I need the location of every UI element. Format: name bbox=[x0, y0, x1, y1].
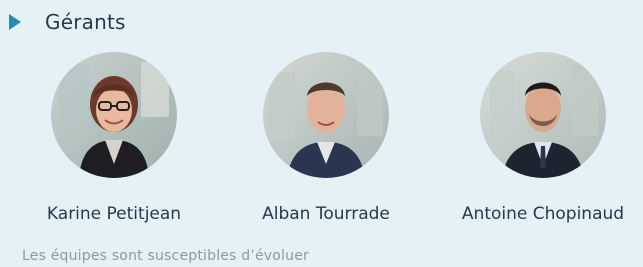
section-header: Gérants bbox=[9, 8, 126, 36]
avatar bbox=[51, 52, 177, 178]
manager-name: Alban Tourrade bbox=[262, 204, 390, 224]
triangle-right-icon bbox=[9, 14, 21, 30]
section-title: Gérants bbox=[45, 10, 126, 34]
manager-card: Antoine Chopinaud bbox=[443, 52, 643, 224]
manager-card: Alban Tourrade bbox=[226, 52, 426, 224]
manager-card: Karine Petitjean bbox=[14, 52, 214, 224]
manager-name: Antoine Chopinaud bbox=[461, 204, 625, 224]
avatar bbox=[263, 52, 389, 178]
disclaimer-note: Les équipes sont susceptibles d’évoluer bbox=[22, 248, 309, 264]
avatar bbox=[480, 52, 606, 178]
manager-name: Karine Petitjean bbox=[46, 204, 182, 224]
